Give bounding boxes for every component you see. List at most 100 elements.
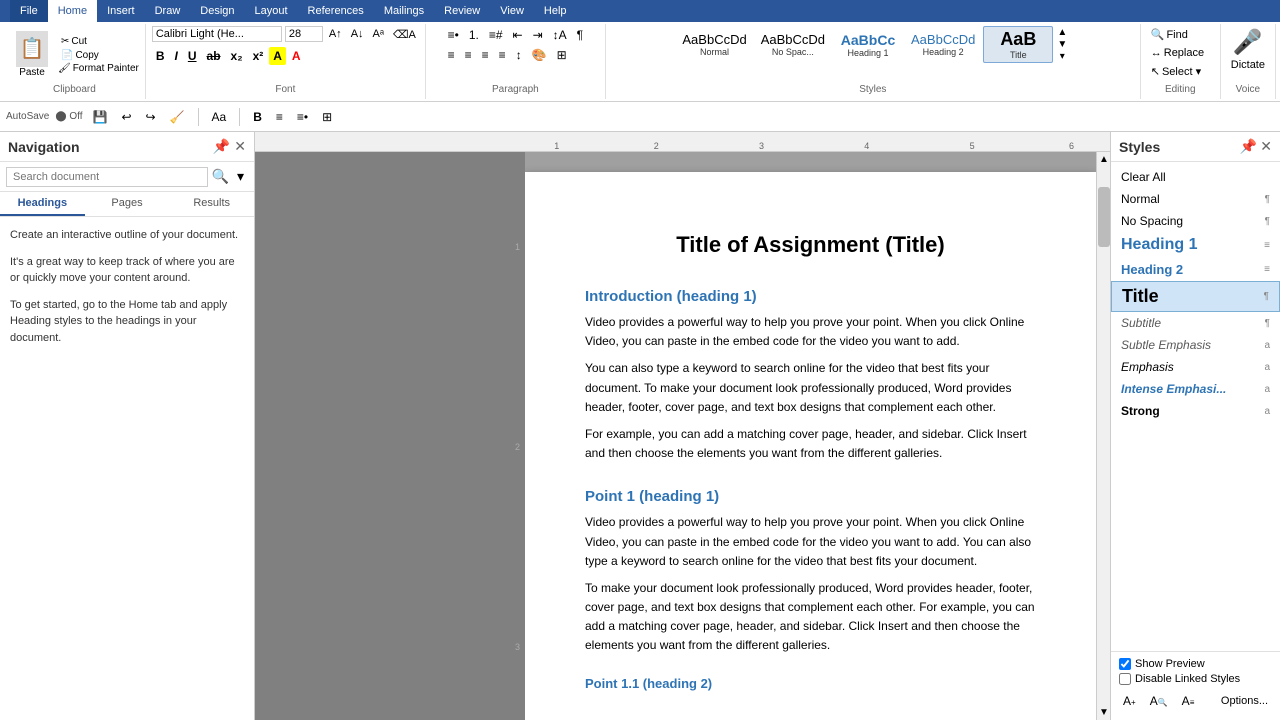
- vertical-scrollbar[interactable]: ▲ ▼: [1096, 152, 1110, 720]
- select-button[interactable]: ↖ Select ▾: [1147, 63, 1214, 80]
- heading-point11[interactable]: Point 1.1 (heading 2): [585, 676, 1036, 691]
- font-name-input[interactable]: [152, 26, 282, 42]
- show-preview-checkbox[interactable]: [1119, 658, 1131, 670]
- document-page[interactable]: Title of Assignment (Title) Introduction…: [525, 172, 1096, 720]
- line-spacing-button[interactable]: ↕: [512, 46, 526, 64]
- list-toolbar-button[interactable]: ≡•: [293, 108, 312, 126]
- search-button[interactable]: 🔍: [208, 166, 233, 187]
- tab-pages[interactable]: Pages: [85, 192, 170, 216]
- style-title[interactable]: AaB Title: [983, 26, 1053, 63]
- tab-review[interactable]: Review: [434, 0, 490, 22]
- style-entry-subtitle[interactable]: Subtitle ¶: [1111, 312, 1280, 334]
- styles-more-button[interactable]: ▾: [1055, 51, 1069, 62]
- search-input[interactable]: [6, 167, 208, 187]
- style-heading2[interactable]: AaBbCcDd Heading 2: [905, 30, 981, 59]
- styles-scroll-up-button[interactable]: ▲: [1055, 27, 1069, 38]
- clear-formatting-toolbar-button[interactable]: 🧹: [166, 108, 189, 126]
- tab-insert[interactable]: Insert: [97, 0, 145, 22]
- align-left-button[interactable]: ≡: [444, 46, 459, 64]
- paste-button[interactable]: 📋 Paste: [10, 29, 54, 80]
- underline-button[interactable]: U: [184, 47, 201, 65]
- undo-button[interactable]: ↩: [117, 108, 135, 126]
- align-center-button[interactable]: ≡: [461, 46, 476, 64]
- document-title[interactable]: Title of Assignment (Title): [585, 232, 1036, 258]
- align-right-button[interactable]: ≡: [478, 46, 493, 64]
- superscript-button[interactable]: x²: [249, 47, 268, 65]
- tab-mailings[interactable]: Mailings: [374, 0, 434, 22]
- align-toolbar-button[interactable]: ≡: [272, 108, 287, 126]
- heading-point1[interactable]: Point 1 (heading 1): [585, 488, 1036, 505]
- tab-home[interactable]: Home: [48, 0, 97, 22]
- scroll-down-button[interactable]: ▼: [1097, 705, 1110, 720]
- style-entry-subtle-emphasis[interactable]: Subtle Emphasis a: [1111, 334, 1280, 356]
- tab-results[interactable]: Results: [169, 192, 254, 216]
- manage-styles-button[interactable]: A≡: [1178, 692, 1199, 710]
- cut-button[interactable]: ✂ Cut: [58, 35, 139, 48]
- strikethrough-button[interactable]: ab: [203, 47, 225, 65]
- format-painter-button[interactable]: 🖌 Format Painter: [58, 63, 139, 74]
- change-case-button[interactable]: Aᵃ: [370, 27, 387, 41]
- para-intro-2[interactable]: You can also type a keyword to search on…: [585, 359, 1036, 417]
- styles-close-button[interactable]: ✕: [1260, 138, 1272, 155]
- bold-toolbar-button[interactable]: B: [249, 108, 266, 126]
- case-button[interactable]: Aa: [208, 108, 231, 126]
- para-point1-1[interactable]: Video provides a powerful way to help yo…: [585, 513, 1036, 571]
- replace-button[interactable]: ↔ Replace: [1147, 45, 1214, 61]
- navigation-pin-button[interactable]: 📌: [213, 138, 230, 155]
- scroll-up-button[interactable]: ▲: [1097, 152, 1110, 167]
- para-intro-1[interactable]: Video provides a powerful way to help yo…: [585, 313, 1036, 351]
- borders-button[interactable]: ⊞: [553, 46, 571, 64]
- subscript-button[interactable]: x₂: [227, 47, 247, 65]
- para-point1-2[interactable]: To make your document look professionall…: [585, 579, 1036, 656]
- para-intro-3[interactable]: For example, you can add a matching cove…: [585, 425, 1036, 463]
- text-highlight-button[interactable]: A: [269, 47, 286, 65]
- table-toolbar-button[interactable]: ⊞: [318, 108, 336, 126]
- redo-button[interactable]: ↪: [142, 108, 160, 126]
- style-entry-heading2[interactable]: Heading 2 ≡: [1111, 258, 1280, 281]
- tab-help[interactable]: Help: [534, 0, 577, 22]
- tab-layout[interactable]: Layout: [245, 0, 298, 22]
- scrollbar-thumb[interactable]: [1098, 187, 1110, 247]
- options-button[interactable]: Options...: [1217, 693, 1272, 709]
- justify-button[interactable]: ≡: [495, 46, 510, 64]
- style-entry-title[interactable]: Title ¶: [1111, 281, 1280, 312]
- styles-pin-button[interactable]: 📌: [1240, 138, 1257, 155]
- increase-indent-button[interactable]: ⇥: [529, 26, 547, 44]
- style-entry-no-spacing[interactable]: No Spacing ¶: [1111, 210, 1280, 232]
- tab-file[interactable]: File: [10, 0, 48, 22]
- autosave-toggle[interactable]: ⬤ Off: [55, 111, 82, 122]
- style-entry-intense-emphasis[interactable]: Intense Emphasi... a: [1111, 378, 1280, 400]
- increase-font-size-button[interactable]: A↑: [326, 27, 345, 41]
- bullets-button[interactable]: ≡•: [444, 26, 463, 44]
- style-normal[interactable]: AaBbCcDd Normal: [676, 30, 752, 59]
- clear-format-button[interactable]: ⌫A: [390, 27, 419, 42]
- bold-button[interactable]: B: [152, 47, 169, 65]
- decrease-font-size-button[interactable]: A↓: [348, 27, 367, 41]
- tab-draw[interactable]: Draw: [145, 0, 191, 22]
- style-entry-strong[interactable]: Strong a: [1111, 400, 1280, 422]
- tab-headings[interactable]: Headings: [0, 192, 85, 216]
- find-button[interactable]: 🔍 Find: [1147, 26, 1214, 43]
- decrease-indent-button[interactable]: ⇤: [509, 26, 527, 44]
- style-no-spacing[interactable]: AaBbCcDd No Spac...: [755, 30, 831, 59]
- inspector-button[interactable]: A🔍: [1146, 692, 1172, 710]
- new-style-button[interactable]: A+: [1119, 692, 1140, 710]
- show-marks-button[interactable]: ¶: [573, 26, 587, 44]
- tab-references[interactable]: References: [298, 0, 374, 22]
- search-dropdown-button[interactable]: ▾: [233, 166, 248, 187]
- style-entry-clear-all[interactable]: Clear All: [1111, 166, 1280, 188]
- show-preview-label[interactable]: Show Preview: [1135, 658, 1205, 670]
- heading-introduction[interactable]: Introduction (heading 1): [585, 288, 1036, 305]
- style-entry-emphasis[interactable]: Emphasis a: [1111, 356, 1280, 378]
- save-button[interactable]: 💾: [89, 108, 112, 126]
- disable-linked-checkbox[interactable]: [1119, 673, 1131, 685]
- style-entry-normal[interactable]: Normal ¶: [1111, 188, 1280, 210]
- dictate-button[interactable]: 🎤 Dictate: [1227, 26, 1269, 73]
- numbering-button[interactable]: 1.: [465, 26, 483, 44]
- shading-button[interactable]: 🎨: [528, 46, 551, 64]
- sort-button[interactable]: ↕A: [549, 26, 571, 44]
- multilevel-list-button[interactable]: ≡#: [485, 26, 507, 44]
- disable-linked-label[interactable]: Disable Linked Styles: [1135, 673, 1240, 685]
- style-entry-heading1[interactable]: Heading 1 ≡: [1111, 232, 1280, 258]
- style-heading1[interactable]: AaBbCc Heading 1: [833, 30, 903, 60]
